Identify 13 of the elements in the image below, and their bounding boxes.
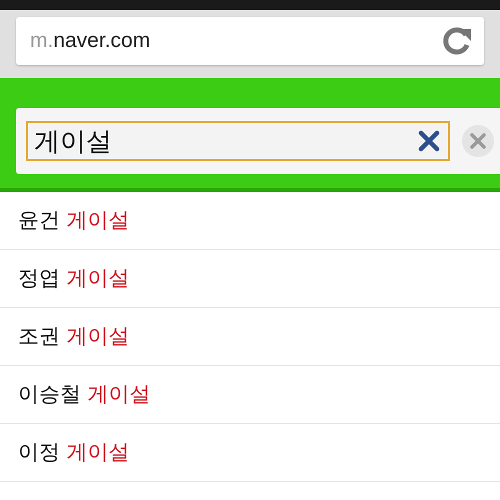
suggestion-item[interactable]: 조권 게이설 — [18, 320, 130, 352]
suggestion-item[interactable]: 이승철 게이설 — [18, 378, 151, 410]
suggestion-item[interactable]: 이정 게이설 — [18, 436, 130, 468]
close-icon — [470, 133, 486, 149]
search-field[interactable]: 게이설 — [26, 121, 450, 161]
url-text: m.naver.com — [30, 28, 150, 54]
reload-icon[interactable] — [442, 26, 472, 56]
clear-input-button[interactable] — [416, 128, 442, 154]
suggestion-item[interactable]: 윤건 게이설 — [18, 204, 130, 236]
close-icon — [416, 128, 442, 154]
address-bar[interactable]: m.naver.com — [16, 17, 484, 65]
suggestion-item[interactable]: 정엽 게이설 — [18, 262, 130, 294]
cancel-button[interactable] — [462, 125, 494, 157]
